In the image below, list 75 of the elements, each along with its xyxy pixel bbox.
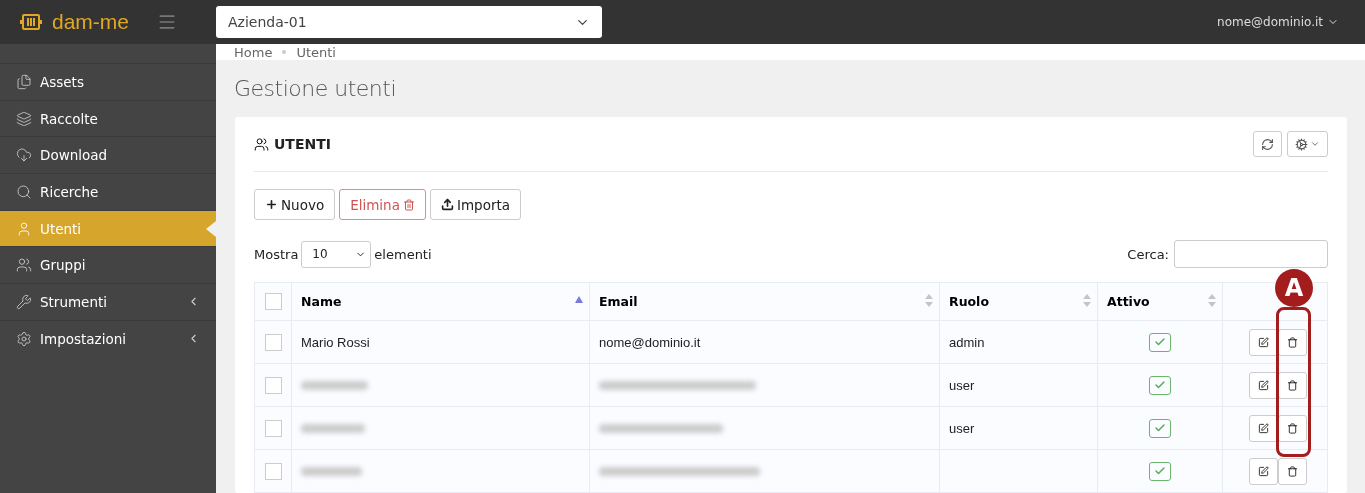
search-label: Cerca: [1127,246,1169,262]
edit-button[interactable] [1249,414,1278,442]
edit-button[interactable] [1249,371,1278,399]
trash-icon [1287,336,1298,348]
active-checkbox[interactable] [1149,461,1171,481]
users-icon [16,257,32,274]
edit-button[interactable] [1249,328,1278,356]
refresh-button[interactable] [1253,131,1282,157]
search-icon [16,183,32,200]
table-cell: admin [939,320,1098,364]
row-checkbox[interactable] [264,462,282,480]
plus-icon [265,198,278,211]
blurred-text [301,466,362,476]
company-select[interactable]: Azienda-01 [216,6,602,38]
files-icon [16,73,32,90]
new-button[interactable]: Nuovo [254,189,336,220]
column-header[interactable]: Ruolo [939,282,1098,321]
layers-icon [16,110,32,127]
table-cell: user [939,406,1098,450]
row-checkbox[interactable] [264,419,282,437]
edit-button[interactable] [1249,457,1278,485]
trash-icon [1287,465,1298,477]
delete-button[interactable] [1278,328,1307,356]
cloud-download-icon [16,147,32,164]
blurred-text [301,423,365,433]
delete-button[interactable] [1278,371,1307,399]
row-checkbox[interactable] [264,376,282,394]
table-cell: user [939,363,1098,407]
delete-button[interactable]: Elimina [339,189,426,220]
active-checkbox[interactable] [1149,375,1171,395]
card-title: UTENTI [274,136,331,152]
brand-name: dam-me [52,10,130,34]
column-header[interactable]: Name [291,282,590,321]
import-button[interactable]: Importa [429,189,521,220]
column-header[interactable]: Attivo [1097,282,1223,321]
length-label: elementi [374,246,432,262]
settings-dropdown-button[interactable] [1287,131,1328,157]
wrench-icon [16,293,32,310]
users-icon [254,136,269,152]
breadcrumb-link[interactable]: Utenti [296,44,336,60]
active-checkbox[interactable] [1149,418,1171,438]
page-length-select[interactable]: 10 [301,240,372,268]
trash-icon [1287,379,1298,391]
trash-icon [1287,422,1298,434]
row-checkbox[interactable] [264,333,282,351]
check-icon [1154,379,1166,391]
table-cell: nome@dominio.it [589,320,940,364]
edit-icon [1258,465,1269,477]
trash-icon [402,198,415,211]
settings-icon [16,330,32,347]
table-cell: Mario Rossi [291,320,590,364]
user-icon [16,220,32,237]
search-field[interactable] [1174,240,1328,268]
check-icon [1154,336,1166,348]
edit-icon [1258,379,1269,391]
active-checkbox[interactable] [1149,332,1171,352]
upload-icon [440,198,454,211]
delete-button[interactable] [1278,414,1307,442]
settings-icon [1295,137,1308,151]
column-header[interactable]: Email [589,282,940,321]
breadcrumb-link[interactable]: Home [234,44,273,60]
chevron-down-icon [1310,139,1320,149]
check-icon [1154,465,1166,477]
user-menu[interactable]: nome@dominio.it [1217,15,1339,29]
length-label: Mostra [254,246,299,262]
page-title: Gestione utenti [234,76,397,101]
logo-icon [20,13,42,31]
blurred-text [301,380,368,390]
edit-icon [1258,336,1269,348]
delete-button[interactable] [1278,457,1307,485]
annotation-badge: A [1275,269,1313,307]
select-all-checkbox[interactable] [264,293,282,310]
refresh-icon [1261,137,1274,151]
edit-icon [1258,422,1269,434]
check-icon [1154,422,1166,434]
